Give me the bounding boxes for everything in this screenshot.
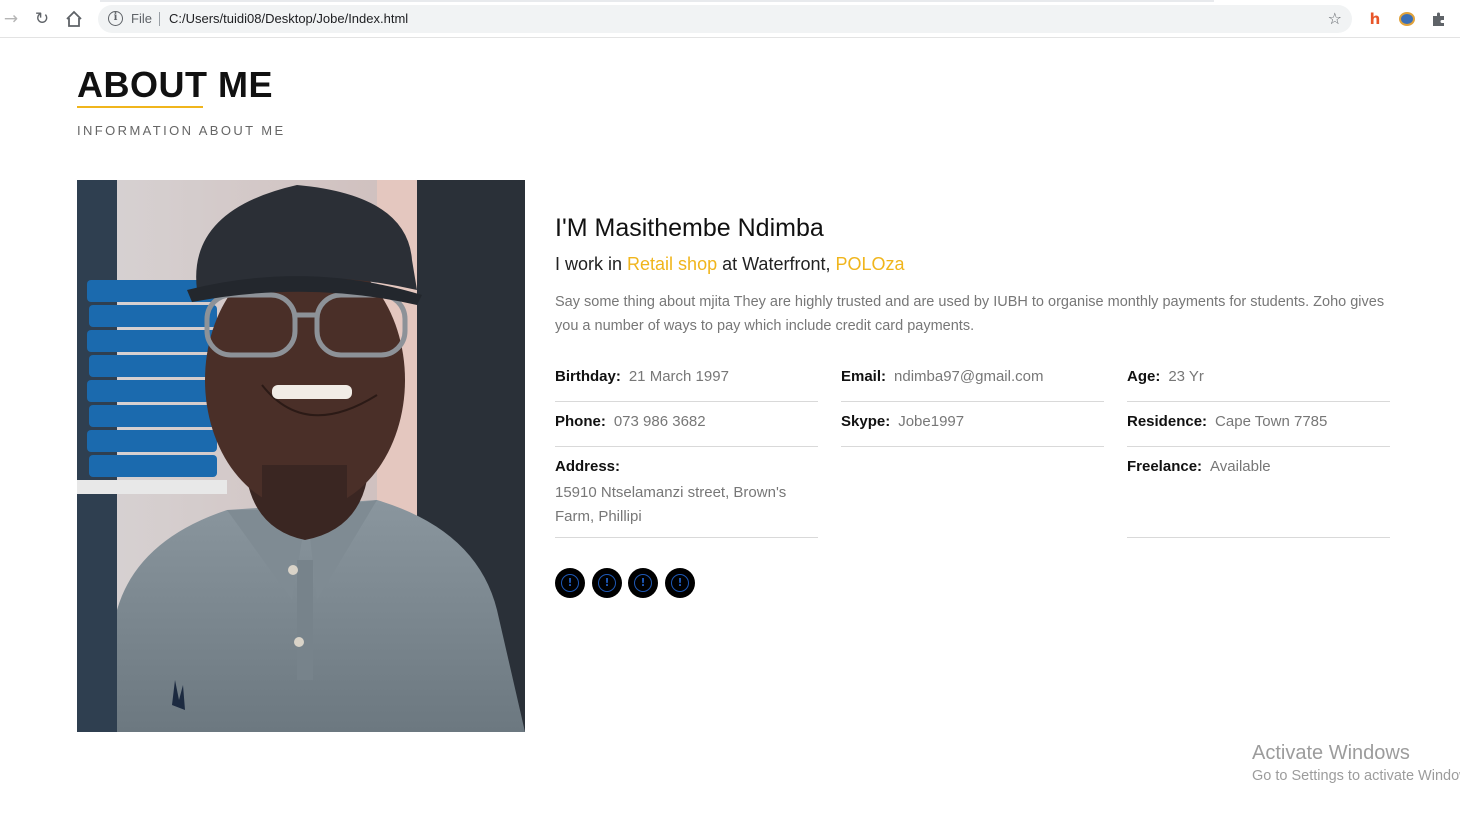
home-icon[interactable] xyxy=(64,9,84,29)
reload-icon[interactable]: ↻ xyxy=(32,9,52,29)
address-value: 15910 Ntselamanzi street, Brown's Farm, … xyxy=(555,484,787,525)
address-field: Address: 15910 Ntselamanzi street, Brown'… xyxy=(555,458,818,538)
url-scheme-label: File xyxy=(131,11,152,26)
social-link-3[interactable]: ! xyxy=(628,568,658,598)
phone-value: 073 986 3682 xyxy=(613,413,706,430)
phone-label: Phone: xyxy=(555,413,606,430)
work-middle: at Waterfront, xyxy=(717,254,836,274)
birthday-label: Birthday: xyxy=(555,368,621,385)
skype-value: Jobe1997 xyxy=(898,413,965,430)
back-arrow-icon[interactable]: → xyxy=(1,9,21,29)
social-link-4[interactable]: ! xyxy=(665,568,695,598)
watermark-subtitle: Go to Settings to activate Windows. xyxy=(1252,768,1460,784)
address-label: Address: xyxy=(555,458,621,475)
puzzle-extensions-icon[interactable] xyxy=(1430,10,1448,28)
birthday-field: Birthday: 21 March 1997 xyxy=(555,368,818,402)
email-field: Email: ndimba97@gmail.com xyxy=(841,368,1104,402)
residence-field: Residence: Cape Town 7785 xyxy=(1127,413,1390,447)
skype-field: Skype: Jobe1997 xyxy=(841,413,1104,447)
email-value[interactable]: ndimba97@gmail.com xyxy=(894,368,1043,385)
url-text[interactable]: C:/Users/tuidi08/Desktop/Jobe/Index.html xyxy=(169,11,408,26)
work-place-link[interactable]: Retail shop xyxy=(627,254,717,274)
bio-text: Say some thing about mjita They are high… xyxy=(555,294,1385,334)
residence-label: Residence: xyxy=(1127,413,1208,430)
birthday-value: 21 March 1997 xyxy=(628,368,729,385)
profile-photo xyxy=(77,180,525,732)
social-link-1[interactable]: ! xyxy=(555,568,585,598)
social-link-icon: ! xyxy=(598,574,616,592)
age-value: 23 Yr xyxy=(1168,368,1204,385)
address-bar[interactable]: i File C:/Users/tuidi08/Desktop/Jobe/Ind… xyxy=(98,5,1352,33)
bookmark-star-icon[interactable]: ☆ xyxy=(1328,9,1342,28)
watermark-title: Activate Windows xyxy=(1252,742,1410,764)
age-label: Age: xyxy=(1127,368,1161,385)
social-link-2[interactable]: ! xyxy=(592,568,622,598)
phone-field: Phone: 073 986 3682 xyxy=(555,413,818,447)
page-title: ABOUT ME xyxy=(77,64,273,105)
profile-extension-icon[interactable] xyxy=(1398,10,1416,28)
skype-label: Skype: xyxy=(841,413,891,430)
work-prefix: I work in xyxy=(555,254,628,274)
email-label: Email: xyxy=(841,368,887,385)
social-link-icon: ! xyxy=(561,574,579,592)
browser-toolbar: → ↻ i File C:/Users/tuidi08/Desktop/Jobe… xyxy=(0,0,1460,38)
work-company-link[interactable]: POLOza xyxy=(835,254,904,274)
freelance-label: Freelance: xyxy=(1127,458,1203,475)
work-line: I work in Retail shop at Waterfront, POL… xyxy=(555,254,905,275)
page-subtitle: INFORMATION ABOUT ME xyxy=(77,123,286,138)
loading-bar xyxy=(100,0,1214,2)
extension-icon[interactable]: h xyxy=(1366,10,1384,28)
windows-activation-watermark: Activate Windows Go to Settings to activ… xyxy=(1252,742,1460,784)
age-field: Age: 23 Yr xyxy=(1127,368,1390,402)
residence-value: Cape Town 7785 xyxy=(1215,413,1328,430)
info-icon[interactable]: i xyxy=(108,11,123,26)
divider xyxy=(159,12,160,26)
title-underline xyxy=(77,106,203,108)
profile-name: I'M Masithembe Ndimba xyxy=(555,214,824,242)
freelance-value: Available xyxy=(1210,458,1271,475)
social-link-icon: ! xyxy=(634,574,652,592)
social-link-icon: ! xyxy=(671,574,689,592)
freelance-field: Freelance: Available xyxy=(1127,458,1390,538)
